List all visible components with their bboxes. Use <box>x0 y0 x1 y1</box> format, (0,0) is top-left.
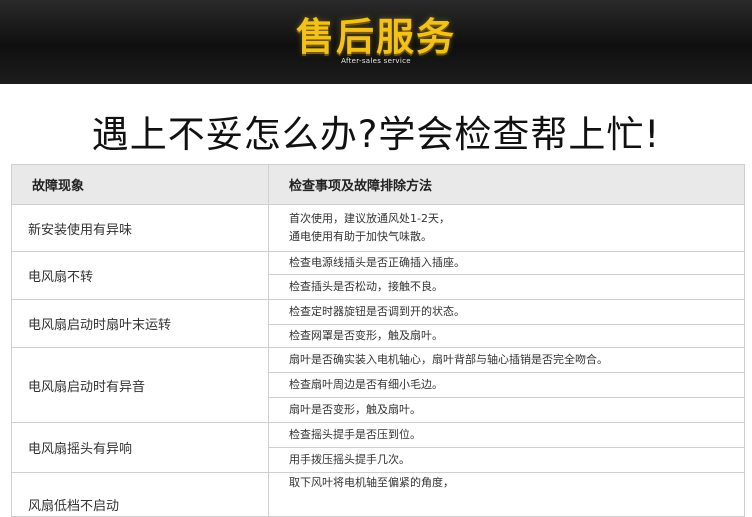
symptom-cell: 风扇低档不启动 <box>11 472 269 517</box>
solution-cell: 检查摇头提手是否压到位。 <box>268 422 745 448</box>
solution-cell: 检查定时器旋钮是否调到开的状态。 <box>268 299 745 325</box>
solution-cell: 检查扇叶周边是否有细小毛边。 <box>268 372 745 398</box>
solution-cell: 用手拨压摇头提手几次。 <box>268 447 745 473</box>
solution-cell: 检查插头是否松动，接触不良。 <box>268 274 745 300</box>
table-row: 电风扇启动时扇叶末运转 检查定时器旋钮是否调到开的状态。 <box>11 299 745 348</box>
symptom-cell: 电风扇不转 <box>11 251 269 300</box>
solution-cell: 扇叶是否确实装入电机轴心，扇叶背部与轴心插销是否完全吻合。 <box>268 347 745 373</box>
solution-cell: 取下风叶将电机轴至偏紧的角度， <box>268 472 745 517</box>
banner-title: 售后服务 <box>295 15 456 59</box>
banner-subtitle: After-sales service <box>341 57 411 65</box>
troubleshooting-table: 故障现象 检查事项及故障排除方法 新安装使用有异味 首次使用，建议放通风处1-2… <box>11 164 745 517</box>
headline: 遇上不妥怎么办?学会检查帮上忙! <box>91 113 661 156</box>
symptom-cell: 电风扇启动时有异音 <box>11 347 269 423</box>
symptom-cell: 电风扇摇头有异响 <box>11 422 269 473</box>
header-symptom: 故障现象 <box>11 164 269 205</box>
symptom-cell: 电风扇启动时扇叶末运转 <box>11 299 269 348</box>
table-row: 电风扇启动时有异音 扇叶是否确实装入电机轴心，扇叶背部与轴心插销是否完全吻合。 <box>11 347 745 423</box>
solution-cell: 检查电源线插头是否正确插入插座。 <box>268 251 745 275</box>
table-header-row: 故障现象 检查事项及故障排除方法 <box>11 164 745 205</box>
table-row: 风扇低档不启动 取下风叶将电机轴至偏紧的角度， <box>11 472 745 517</box>
table-row: 电风扇不转 检查电源线插头是否正确插入插座。 <box>11 251 745 300</box>
solution-cell: 扇叶是否变形，触及扇叶。 <box>268 397 745 423</box>
header-solution: 检查事项及故障排除方法 <box>268 164 745 205</box>
table-row: 电风扇摇头有异响 检查摇头提手是否压到位。 <box>11 422 745 473</box>
table-row: 新安装使用有异味 首次使用，建议放通风处1-2天， 通电使用有助于加快气味散。 <box>11 204 745 252</box>
solution-cell: 首次使用，建议放通风处1-2天， 通电使用有助于加快气味散。 <box>268 204 745 252</box>
banner: 售后服务 After-sales service <box>0 0 752 84</box>
solution-cell: 检查网罩是否变形，触及扇叶。 <box>268 324 745 348</box>
symptom-cell: 新安装使用有异味 <box>11 204 269 252</box>
